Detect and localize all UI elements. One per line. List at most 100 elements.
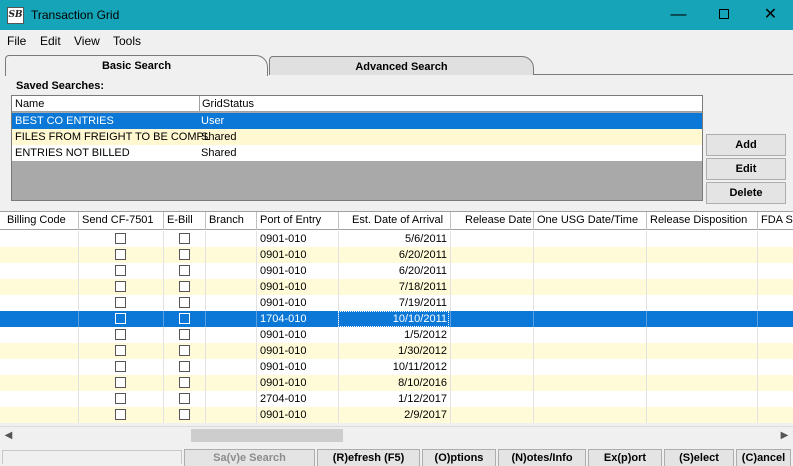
port-of-entry-cell: 0901-010 xyxy=(260,297,307,309)
table-row[interactable]: 0901-010 7/18/2011 xyxy=(0,279,793,295)
select-button[interactable]: (S)elect xyxy=(664,449,734,466)
est-date-of-arrival-cell: 1/30/2012 xyxy=(398,345,447,357)
table-row[interactable]: 0901-010 7/19/2011 xyxy=(0,295,793,311)
send-cf7501-checkbox[interactable] xyxy=(115,249,126,260)
menu-bar: File Edit View Tools xyxy=(0,31,793,51)
ebill-checkbox[interactable] xyxy=(179,249,190,260)
est-date-of-arrival-cell: 7/19/2011 xyxy=(398,297,447,309)
table-row[interactable]: 0901-010 1/30/2012 xyxy=(0,343,793,359)
saved-search-row[interactable]: ENTRIES NOT BILLED Shared xyxy=(12,145,702,161)
transaction-grid-window: SB Transaction Grid — ✕ File Edit View T… xyxy=(0,0,793,466)
ebill-checkbox[interactable] xyxy=(179,409,190,420)
saved-searches-header: Name GridStatus xyxy=(12,96,702,112)
cell-focus-outline xyxy=(338,311,449,327)
col-est-date-of-arrival[interactable]: Est. Date of Arrival xyxy=(352,214,449,226)
tab-advanced-search[interactable]: Advanced Search xyxy=(269,56,534,75)
status-panel xyxy=(2,450,182,464)
table-row[interactable]: 2704-010 1/12/2017 xyxy=(0,391,793,407)
col-branch[interactable]: Branch xyxy=(209,214,255,226)
table-row[interactable]: 0901-010 8/10/2016 xyxy=(0,375,793,391)
ebill-checkbox[interactable] xyxy=(179,345,190,356)
saved-searches-list[interactable]: Name GridStatus BEST CO ENTRIES User FIL… xyxy=(11,95,703,201)
table-row[interactable]: 1704-010 10/10/2011 xyxy=(0,311,793,327)
table-row[interactable]: 0901-010 2/9/2017 xyxy=(0,407,793,423)
est-date-of-arrival-cell: 8/10/2016 xyxy=(398,377,447,389)
col-ebill[interactable]: E-Bill xyxy=(167,214,205,226)
col-port-of-entry[interactable]: Port of Entry xyxy=(260,214,338,226)
col-send-cf7501[interactable]: Send CF-7501 xyxy=(82,214,162,226)
menu-tools[interactable]: Tools xyxy=(113,34,141,48)
send-cf7501-checkbox[interactable] xyxy=(115,313,126,324)
col-fda-status[interactable]: FDA S xyxy=(761,214,793,226)
est-date-of-arrival-cell: 1/12/2017 xyxy=(398,393,447,405)
menu-edit[interactable]: Edit xyxy=(40,34,61,48)
export-button[interactable]: Ex(p)ort xyxy=(588,449,662,466)
send-cf7501-checkbox[interactable] xyxy=(115,377,126,388)
saved-col-name[interactable]: Name xyxy=(15,98,44,110)
transaction-grid[interactable]: Billing Code Send CF-7501 E-Bill Branch … xyxy=(0,211,793,423)
port-of-entry-cell: 0901-010 xyxy=(260,345,307,357)
ebill-checkbox[interactable] xyxy=(179,281,190,292)
col-release-date[interactable]: Release Date xyxy=(465,214,533,226)
saved-col-gridstatus[interactable]: GridStatus xyxy=(202,98,254,110)
ebill-checkbox[interactable] xyxy=(179,361,190,372)
ebill-checkbox[interactable] xyxy=(179,313,190,324)
port-of-entry-cell: 2704-010 xyxy=(260,393,307,405)
search-tabs: Basic Search Advanced Search xyxy=(0,55,793,76)
delete-button[interactable]: Delete xyxy=(706,182,786,204)
port-of-entry-cell: 1704-010 xyxy=(260,313,307,325)
saved-search-row[interactable]: FILES FROM FREIGHT TO BE COMPL Shared xyxy=(12,129,702,145)
edit-button[interactable]: Edit xyxy=(706,158,786,180)
add-button[interactable]: Add xyxy=(706,134,786,156)
send-cf7501-checkbox[interactable] xyxy=(115,361,126,372)
table-row[interactable]: 0901-010 1/5/2012 xyxy=(0,327,793,343)
est-date-of-arrival-cell: 6/20/2011 xyxy=(398,249,447,261)
table-row[interactable]: 0901-010 6/20/2011 xyxy=(0,247,793,263)
send-cf7501-checkbox[interactable] xyxy=(115,233,126,244)
saved-search-name: BEST CO ENTRIES xyxy=(15,115,114,127)
col-one-usg-date-time[interactable]: One USG Date/Time xyxy=(537,214,645,226)
scroll-right-icon[interactable]: ▶ xyxy=(776,427,793,444)
bottom-toolbar: Sa(v)e Search (R)efresh (F5) (O)ptions (… xyxy=(0,447,793,466)
col-release-disposition[interactable]: Release Disposition xyxy=(650,214,756,226)
ebill-checkbox[interactable] xyxy=(179,329,190,340)
maximize-icon[interactable] xyxy=(701,0,746,30)
send-cf7501-checkbox[interactable] xyxy=(115,409,126,420)
options-button[interactable]: (O)ptions xyxy=(422,449,496,466)
send-cf7501-checkbox[interactable] xyxy=(115,297,126,308)
port-of-entry-cell: 0901-010 xyxy=(260,377,307,389)
send-cf7501-checkbox[interactable] xyxy=(115,329,126,340)
minimize-icon[interactable]: — xyxy=(656,0,701,30)
saved-search-row[interactable]: BEST CO ENTRIES User xyxy=(12,113,702,129)
grid-header: Billing Code Send CF-7501 E-Bill Branch … xyxy=(0,212,793,230)
table-row[interactable]: 0901-010 5/6/2011 xyxy=(0,231,793,247)
send-cf7501-checkbox[interactable] xyxy=(115,393,126,404)
refresh-button[interactable]: (R)efresh (F5) xyxy=(317,449,420,466)
ebill-checkbox[interactable] xyxy=(179,297,190,308)
scroll-left-icon[interactable]: ◀ xyxy=(0,427,17,444)
send-cf7501-checkbox[interactable] xyxy=(115,265,126,276)
est-date-of-arrival-cell: 6/20/2011 xyxy=(398,265,447,277)
menu-view[interactable]: View xyxy=(74,34,100,48)
close-icon[interactable]: ✕ xyxy=(748,0,793,30)
ebill-checkbox[interactable] xyxy=(179,377,190,388)
notes-info-button[interactable]: (N)otes/Info xyxy=(498,449,586,466)
cancel-button[interactable]: (C)ancel xyxy=(736,449,791,466)
ebill-checkbox[interactable] xyxy=(179,233,190,244)
saved-search-status: Shared xyxy=(201,131,237,143)
send-cf7501-checkbox[interactable] xyxy=(115,281,126,292)
ebill-checkbox[interactable] xyxy=(179,265,190,276)
col-billing-code[interactable]: Billing Code xyxy=(7,214,77,226)
save-search-button[interactable]: Sa(v)e Search xyxy=(184,449,315,466)
title-bar[interactable]: SB Transaction Grid — ✕ xyxy=(0,0,793,30)
table-row[interactable]: 0901-010 6/20/2011 xyxy=(0,263,793,279)
scrollbar-thumb[interactable] xyxy=(191,429,343,442)
horizontal-scrollbar[interactable]: ◀ ▶ xyxy=(0,426,793,443)
port-of-entry-cell: 0901-010 xyxy=(260,233,307,245)
table-row[interactable]: 0901-010 10/11/2012 xyxy=(0,359,793,375)
menu-file[interactable]: File xyxy=(7,34,26,48)
tab-basic-search[interactable]: Basic Search xyxy=(5,55,268,76)
tab-divider xyxy=(534,74,793,75)
ebill-checkbox[interactable] xyxy=(179,393,190,404)
send-cf7501-checkbox[interactable] xyxy=(115,345,126,356)
